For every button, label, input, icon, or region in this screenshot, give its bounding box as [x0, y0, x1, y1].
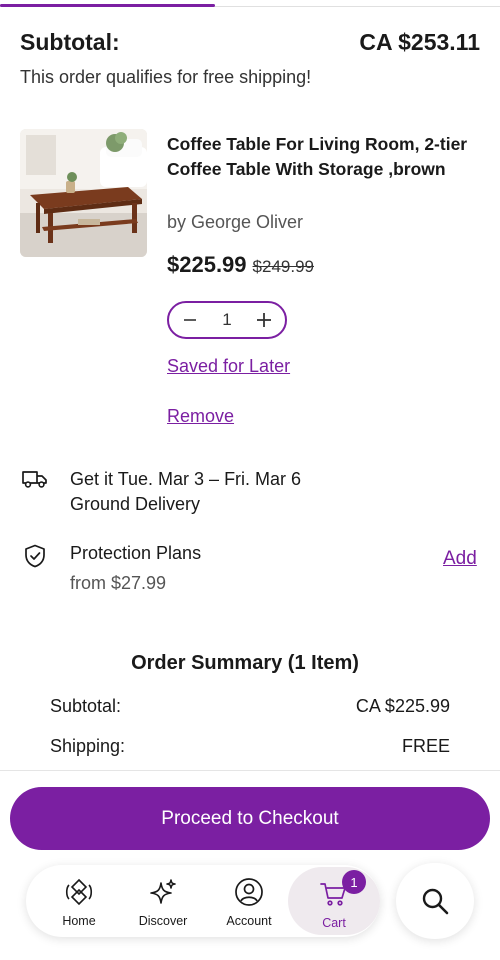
subtotal-label: Subtotal: [20, 28, 120, 55]
plus-icon [257, 313, 271, 327]
summary-shipping-label: Shipping: [50, 736, 126, 756]
summary-shipping-value: FREE [401, 736, 450, 756]
cart-count-badge: 1 [342, 870, 366, 894]
product-brand[interactable]: by George Oliver [167, 212, 303, 233]
tab-home[interactable]: Home [48, 865, 110, 937]
add-protection-link[interactable]: Add [443, 548, 477, 570]
protection-plans-price: from $27.99 [70, 573, 167, 593]
protection-plans-title: Protection Plans [70, 543, 202, 563]
tab-discover-label: Discover [138, 914, 188, 928]
proceed-to-checkout-button[interactable]: Proceed to Checkout [10, 787, 490, 850]
quantity-value: 1 [222, 310, 232, 329]
checkout-progress-bar [0, 0, 500, 8]
account-icon [235, 878, 263, 906]
subtotal-header: Subtotal: CA $253.11 [20, 26, 480, 58]
remove-link[interactable]: Remove [167, 406, 234, 427]
original-price: $249.99 [252, 257, 314, 276]
bottom-tab-bar: Home Discover Account 1 Cart [26, 865, 380, 937]
shield-check-icon [25, 544, 45, 568]
summary-subtotal-label: Subtotal: [50, 696, 122, 716]
subtotal-value: CA $253.11 [359, 28, 480, 55]
tab-home-label: Home [62, 914, 96, 928]
current-price: $225.99 [167, 252, 247, 277]
sparkle-icon [150, 879, 176, 904]
decrement-button[interactable] [177, 307, 203, 333]
summary-row-subtotal: Subtotal: CA $225.99 [50, 696, 450, 717]
quantity-stepper: 1 [167, 301, 287, 339]
search-button[interactable] [396, 863, 474, 939]
divider [0, 770, 500, 771]
tab-account-label: Account [226, 914, 272, 928]
coffee-table-image [20, 129, 147, 257]
saved-for-later-link[interactable]: Saved for Later [167, 356, 290, 377]
progress-fill [0, 4, 215, 7]
home-icon [65, 878, 93, 906]
free-shipping-note: This order qualifies for free shipping! [20, 67, 312, 87]
summary-row-shipping: Shipping: FREE [50, 736, 450, 757]
tab-cart[interactable]: 1 Cart [288, 867, 380, 935]
minus-icon [184, 319, 196, 321]
delivery-method: Ground Delivery [70, 494, 201, 514]
price-row: $225.99 $249.99 [167, 252, 314, 278]
increment-button[interactable] [251, 307, 277, 333]
delivery-dates: Get it Tue. Mar 3 – Fri. Mar 6 [70, 469, 302, 489]
product-image[interactable] [20, 129, 147, 257]
truck-icon [22, 471, 47, 488]
order-summary-title: Order Summary (1 Item) [131, 652, 359, 674]
product-title[interactable]: Coffee Table For Living Room, 2-tier Cof… [167, 132, 477, 182]
summary-subtotal-value: CA $225.99 [355, 696, 450, 716]
tab-account[interactable]: Account [216, 865, 282, 937]
tab-discover[interactable]: Discover [130, 865, 196, 937]
tab-cart-label: Cart [322, 916, 346, 930]
search-icon [422, 888, 449, 915]
delivery-info: Get it Tue. Mar 3 – Fri. Mar 6 Ground De… [70, 467, 301, 517]
